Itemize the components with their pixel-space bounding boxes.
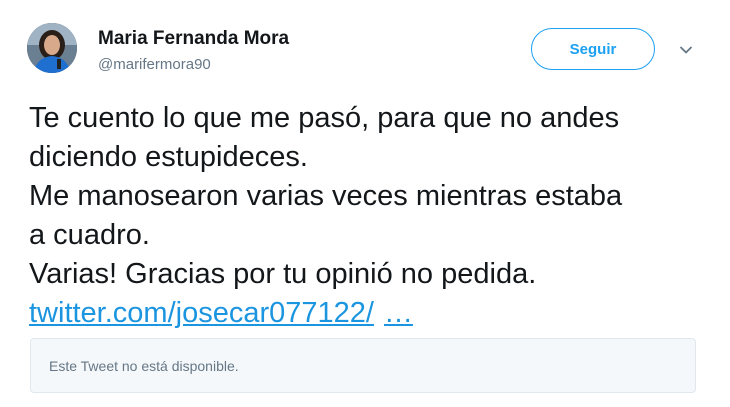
tweet-line: Varias! Gracias por tu opinió no pedida. bbox=[29, 258, 537, 290]
follow-button[interactable]: Seguir bbox=[531, 28, 655, 70]
quoted-tweet-unavailable: Este Tweet no está disponible. bbox=[30, 338, 696, 393]
tweet-line: Te cuento lo que me pasó, para que no an… bbox=[29, 102, 620, 134]
tweet-text: Te cuento lo que me pasó, para que no an… bbox=[29, 99, 719, 333]
display-name[interactable]: Maria Fernanda Mora bbox=[98, 28, 289, 50]
tweet-line: Me manosearon varias veces mientras esta… bbox=[29, 180, 623, 212]
chevron-down-icon[interactable] bbox=[676, 40, 696, 60]
user-handle[interactable]: @marifermora90 bbox=[98, 56, 211, 73]
tweet-link[interactable]: twitter.com/josecar077122/ bbox=[29, 297, 374, 329]
tweet-line: diciendo estupideces. bbox=[29, 141, 308, 173]
tweet-link-ellipsis[interactable]: … bbox=[384, 297, 413, 329]
tweet-link-line: twitter.com/josecar077122/ … bbox=[29, 294, 719, 333]
unavailable-message: Este Tweet no está disponible. bbox=[49, 357, 239, 374]
tweet-line: a cuadro. bbox=[29, 219, 150, 251]
avatar[interactable] bbox=[27, 23, 77, 73]
